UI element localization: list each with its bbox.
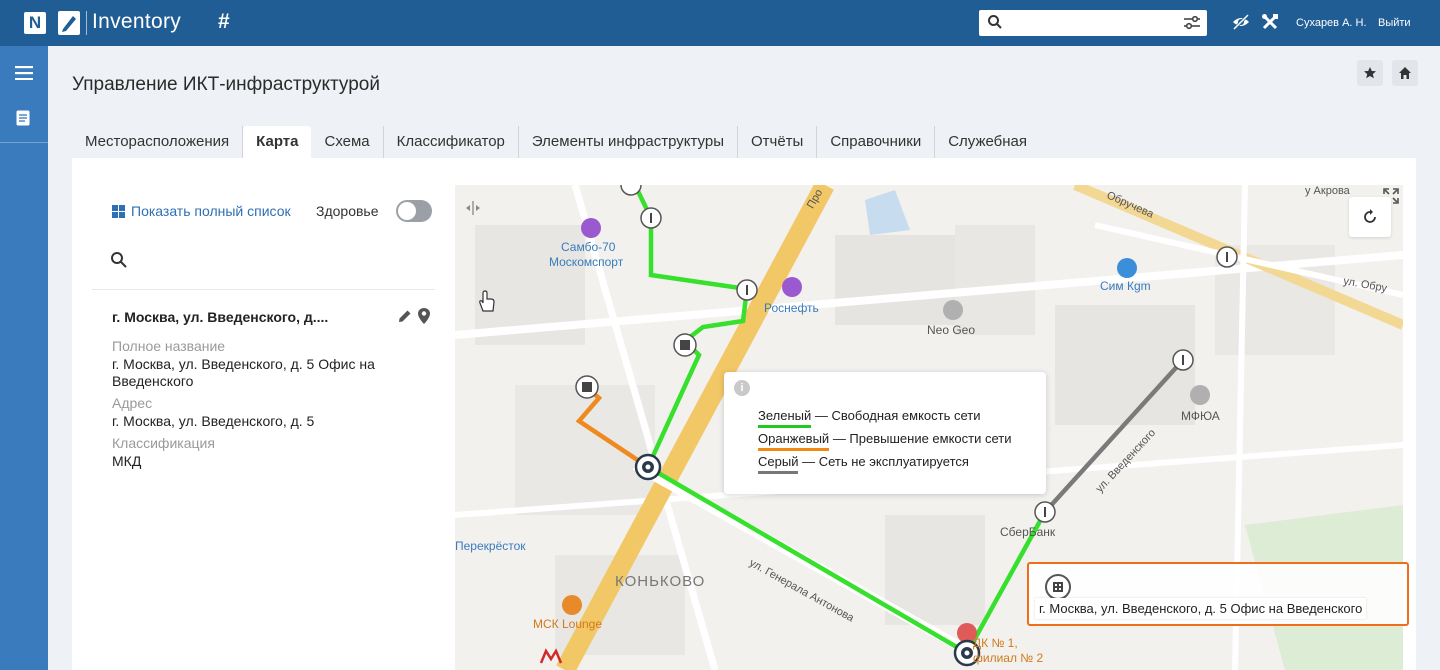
building-marker-icon[interactable] <box>1045 574 1071 600</box>
health-label: Здоровье <box>316 203 379 219</box>
app-title[interactable]: Inventory <box>92 10 181 34</box>
menu-icon[interactable] <box>15 66 33 85</box>
user-name[interactable]: Сухарев А. Н. <box>1296 17 1367 29</box>
page-title: Управление ИКТ-инфраструктурой <box>72 74 380 95</box>
address-value: г. Москва, ул. Введенского, д. 5 <box>112 413 315 429</box>
main-tabs: Месторасположения Карта Схема Классифика… <box>72 126 1040 158</box>
network-legend: i Зеленый — Свободная емкость сети Оранж… <box>724 372 1046 494</box>
tooltip-address: г. Москва, ул. Введенского, д. 5 Офис на… <box>1035 598 1367 619</box>
poi-label-perekrestok: Перекрёсток <box>455 539 526 553</box>
poi-label-dk: ДК № 1, <box>973 636 1018 650</box>
home-button[interactable] <box>1392 60 1418 86</box>
street-label-yakrova: у Акрова <box>1305 185 1350 197</box>
tab-infrastructure-elements[interactable]: Элементы инфраструктуры <box>519 126 738 158</box>
favorite-button[interactable] <box>1357 60 1383 86</box>
classification-label: Классификация <box>112 435 215 451</box>
poi-label-sambo: Самбо-70 <box>561 240 616 254</box>
full-name-value: г. Москва, ул. Введенского, д. 5 Офис на… <box>112 356 375 389</box>
classification-value: МКД <box>112 453 142 469</box>
location-search-input[interactable] <box>134 249 424 273</box>
tab-reports[interactable]: Отчёты <box>738 126 818 158</box>
poi-label-moskomsport: Москомспорт <box>549 255 624 269</box>
info-icon: i <box>734 380 750 396</box>
star-icon <box>1364 67 1376 79</box>
poi-label-msk-lounge: МСК Lounge <box>533 617 603 631</box>
top-bar: N Inventory # Сухарев А. Н. Выйти <box>0 0 1440 46</box>
grid-icon <box>112 204 125 218</box>
toggle-knob <box>398 202 416 220</box>
poi-label-simkgm: Сим Кgm <box>1100 279 1151 293</box>
legend-row-orange: Оранжевый — Превышение емкости сети <box>758 431 1012 451</box>
map-pin-icon[interactable] <box>417 307 431 330</box>
search-icon[interactable] <box>110 251 128 274</box>
hand-cursor-icon <box>477 289 497 318</box>
global-search-input[interactable] <box>1007 13 1177 33</box>
poi-label-filial: филиал № 2 <box>973 651 1044 665</box>
tab-classifier[interactable]: Классификатор <box>384 126 519 158</box>
eye-off-icon[interactable] <box>1232 13 1250 35</box>
legend-text-orange: — Превышение емкости сети <box>829 431 1012 446</box>
logout-link[interactable]: Выйти <box>1378 17 1411 29</box>
collapse-arrows-icon <box>466 201 480 215</box>
tab-map[interactable]: Карта <box>243 126 312 158</box>
show-full-list-button[interactable]: Показать полный список <box>112 203 291 219</box>
location-panel: Показать полный список Здоровье г. Москв… <box>72 185 455 670</box>
show-full-list-label: Показать полный список <box>131 203 291 219</box>
location-tooltip[interactable]: г. Москва, ул. Введенского, д. 5 Офис на… <box>1027 562 1409 626</box>
tab-service[interactable]: Служебная <box>935 126 1040 158</box>
poi-label-sberbank: СберБанк <box>1000 525 1056 539</box>
address-label: Адрес <box>112 395 153 411</box>
legend-text-green: — Свободная емкость сети <box>811 408 981 423</box>
logo-n[interactable]: N <box>24 12 46 34</box>
collapse-panel-button[interactable] <box>463 197 483 219</box>
legend-key-green: Зеленый <box>758 408 812 428</box>
panel-divider <box>92 289 435 290</box>
hash-icon[interactable]: # <box>218 10 230 34</box>
location-title[interactable]: г. Москва, ул. Введенского, д.... <box>112 309 328 325</box>
logo-divider <box>86 11 87 35</box>
tab-scheme[interactable]: Схема <box>311 126 384 158</box>
refresh-icon <box>1364 209 1376 223</box>
health-toggle[interactable] <box>396 200 432 222</box>
legend-row-green: Зеленый — Свободная емкость сети <box>758 408 981 428</box>
full-name-label: Полное название <box>112 338 226 354</box>
district-label-konkovo: КОНЬКОВО <box>615 573 706 590</box>
tab-references[interactable]: Справочники <box>817 126 936 158</box>
filter-sliders-icon[interactable] <box>1183 15 1201 36</box>
legend-row-gray: Серый — Сеть не эксплуатируется <box>758 454 969 474</box>
notepad-logo-icon[interactable] <box>58 11 80 35</box>
poi-label-neogeo: Neo Geo <box>927 323 976 337</box>
refresh-map-button[interactable] <box>1349 197 1391 237</box>
legend-text-gray: — Сеть не эксплуатируется <box>798 454 969 469</box>
tools-icon[interactable] <box>1261 13 1279 36</box>
search-icon[interactable] <box>987 14 1003 35</box>
poi-label-rosneft: Роснефть <box>764 301 819 315</box>
legend-key-gray: Серый <box>758 454 799 474</box>
document-icon[interactable] <box>16 110 30 131</box>
rail-divider <box>0 142 48 143</box>
pencil-icon[interactable] <box>397 308 413 329</box>
tab-locations[interactable]: Месторасположения <box>72 126 244 158</box>
poi-label-mfyua: МФЮА <box>1181 409 1220 423</box>
left-rail <box>0 46 48 670</box>
global-search <box>979 10 1207 36</box>
legend-key-orange: Оранжевый <box>758 431 830 451</box>
home-icon <box>1399 67 1411 79</box>
